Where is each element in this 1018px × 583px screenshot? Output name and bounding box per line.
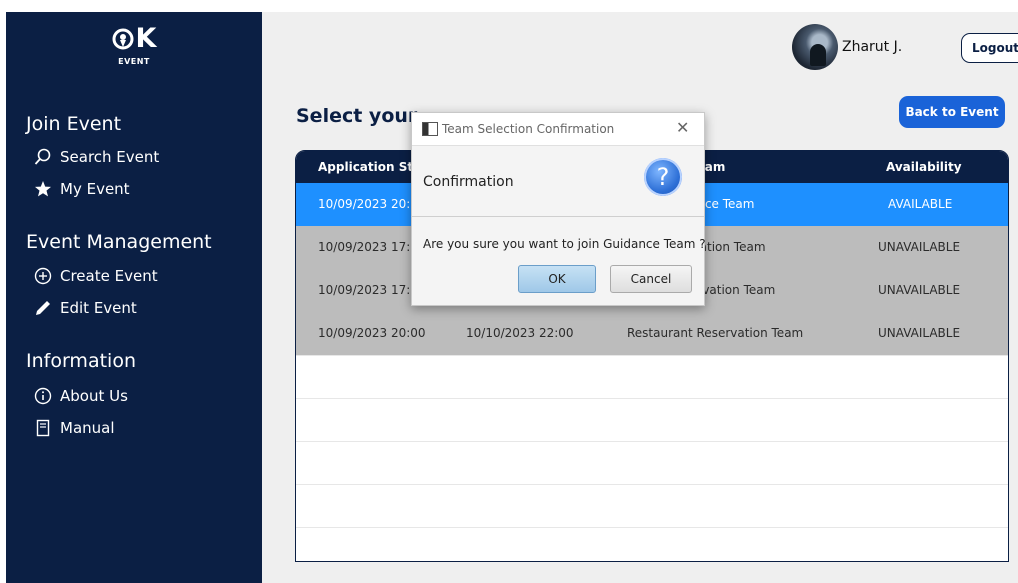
star-icon — [35, 181, 51, 197]
table-row[interactable]: 10/09/2023 20:00 10/10/2023 22:00 Restau… — [296, 312, 1008, 355]
cell-start: 10/09/2023 20:00 — [318, 326, 426, 340]
cell-team: Restaurant Reservation Team — [627, 326, 804, 340]
logout-button[interactable]: Logout — [961, 33, 1018, 63]
ok-button[interactable]: OK — [518, 265, 596, 293]
sidebar-item-label: About Us — [60, 387, 128, 405]
app-window-icon — [422, 122, 438, 136]
logo: OK K EVENT — [6, 25, 262, 66]
sidebar: OK K EVENT Join Event Search Event My Ev… — [6, 12, 262, 583]
section-title-event-management: Event Management — [26, 231, 212, 253]
search-icon — [34, 148, 51, 165]
sidebar-item-my-event[interactable]: My Event — [34, 180, 130, 198]
cell-availability: UNAVAILABLE — [878, 283, 961, 297]
cell-start: 10/09/2023 17: — [318, 283, 411, 297]
dialog-header: Confirmation ? — [412, 146, 704, 217]
confirmation-dialog: Team Selection Confirmation ✕ Confirmati… — [411, 112, 706, 306]
dialog-heading: Confirmation — [423, 174, 514, 190]
section-title-join-event: Join Event — [26, 113, 122, 135]
close-icon[interactable]: ✕ — [676, 118, 689, 137]
question-icon: ? — [644, 158, 682, 196]
empty-row — [296, 398, 1008, 441]
cell-availability: UNAVAILABLE — [878, 240, 961, 254]
cell-start: 10/09/2023 20: — [318, 197, 411, 211]
avatar[interactable] — [792, 24, 838, 70]
sidebar-item-label: Manual — [60, 419, 115, 437]
pencil-icon — [36, 301, 50, 315]
sidebar-item-edit-event[interactable]: Edit Event — [34, 299, 137, 317]
dialog-message: Are you sure you want to join Guidance T… — [423, 237, 706, 251]
sidebar-item-label: My Event — [60, 180, 130, 198]
sidebar-item-label: Search Event — [60, 148, 160, 166]
logo-o-icon — [112, 28, 134, 50]
user-info: Zharut J. — [792, 24, 902, 70]
section-title-information: Information — [26, 350, 136, 372]
dialog-titlebar[interactable]: Team Selection Confirmation ✕ — [412, 113, 704, 146]
empty-row — [296, 484, 1008, 527]
sidebar-item-label: Create Event — [60, 267, 158, 285]
empty-row — [296, 441, 1008, 484]
dialog-title: Team Selection Confirmation — [442, 122, 615, 136]
sidebar-item-search-event[interactable]: Search Event — [34, 148, 159, 166]
sidebar-item-label: Edit Event — [60, 299, 137, 317]
back-to-event-button[interactable]: Back to Event — [899, 96, 1005, 128]
sidebar-item-manual[interactable]: Manual — [34, 419, 115, 437]
info-icon — [34, 387, 52, 405]
cancel-button[interactable]: Cancel — [610, 265, 692, 293]
sidebar-item-about-us[interactable]: About Us — [34, 387, 128, 405]
empty-row — [296, 355, 1008, 398]
cell-availability: AVAILABLE — [888, 197, 953, 211]
column-header-availability: Availability — [886, 160, 962, 174]
manual-icon — [36, 419, 50, 437]
cell-start: 10/09/2023 17: — [318, 240, 411, 254]
user-name: Zharut J. — [842, 39, 903, 55]
cell-end: 10/10/2023 22:00 — [466, 326, 574, 340]
plus-circle-icon — [34, 267, 52, 285]
column-header-application-start: Application St — [318, 160, 414, 174]
page-title: Select your — [296, 105, 418, 127]
logo-subtitle: EVENT — [118, 57, 150, 66]
empty-row — [296, 527, 1008, 561]
cell-availability: UNAVAILABLE — [878, 326, 961, 340]
sidebar-item-create-event[interactable]: Create Event — [34, 267, 158, 285]
app-window: OK K EVENT Join Event Search Event My Ev… — [6, 12, 1018, 583]
